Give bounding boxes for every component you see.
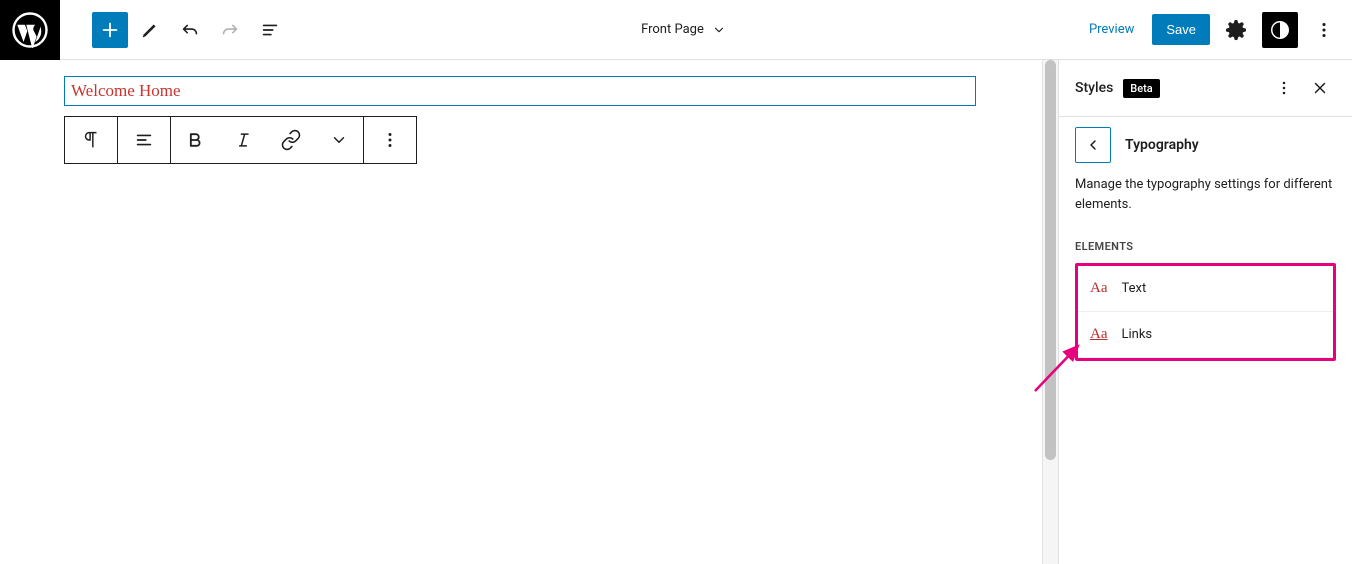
element-item-links[interactable]: Aa Links: [1078, 312, 1333, 358]
back-button[interactable]: [1075, 127, 1111, 163]
add-block-button[interactable]: [92, 12, 128, 48]
preview-button[interactable]: Preview: [1079, 16, 1144, 43]
elements-list: Aa Text Aa Links: [1075, 263, 1336, 361]
block-toolbar: [64, 116, 417, 164]
sidebar-section-title: Typography: [1125, 137, 1199, 153]
sidebar-description: Manage the typography settings for diffe…: [1059, 173, 1352, 230]
page-title-dropdown[interactable]: Front Page: [288, 22, 1079, 37]
element-label: Text: [1122, 281, 1147, 296]
list-view-button[interactable]: [252, 12, 288, 48]
heading-block[interactable]: Welcome Home: [64, 76, 976, 106]
elements-heading: ELEMENTS: [1059, 230, 1352, 259]
settings-button[interactable]: [1218, 12, 1254, 48]
italic-button[interactable]: [219, 117, 267, 163]
sidebar-more-button[interactable]: [1268, 72, 1300, 104]
redo-button[interactable]: [212, 12, 248, 48]
sidebar-title: Styles: [1075, 80, 1113, 96]
link-button[interactable]: [267, 117, 315, 163]
scrollbar[interactable]: [1042, 60, 1058, 564]
page-title: Front Page: [641, 22, 704, 37]
wordpress-logo[interactable]: [0, 0, 60, 60]
element-label: Links: [1122, 327, 1153, 342]
paragraph-transform-button[interactable]: [65, 117, 117, 163]
sidebar-close-button[interactable]: [1304, 72, 1336, 104]
chevron-down-icon: [712, 23, 726, 37]
element-item-text[interactable]: Aa Text: [1078, 266, 1333, 312]
more-formatting-button[interactable]: [315, 117, 363, 163]
beta-badge: Beta: [1123, 79, 1159, 98]
save-button[interactable]: Save: [1152, 14, 1210, 45]
edit-tool-button[interactable]: [132, 12, 168, 48]
links-icon: Aa: [1090, 326, 1108, 343]
undo-button[interactable]: [172, 12, 208, 48]
bold-button[interactable]: [171, 117, 219, 163]
styles-panel-toggle[interactable]: [1262, 12, 1298, 48]
more-options-button[interactable]: [1306, 12, 1342, 48]
text-icon: Aa: [1090, 280, 1108, 297]
block-more-options-button[interactable]: [364, 117, 416, 163]
align-button[interactable]: [118, 117, 170, 163]
